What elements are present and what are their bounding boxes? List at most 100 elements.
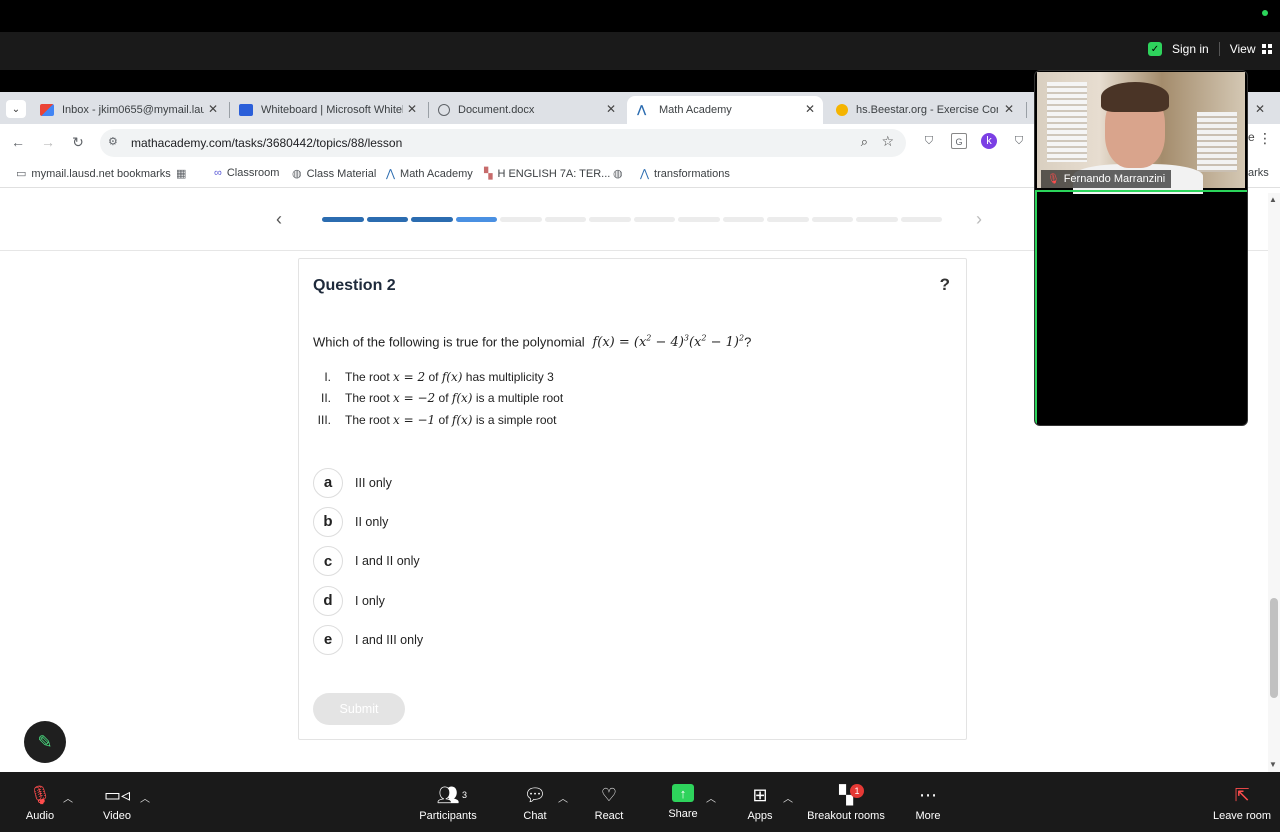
leave-room-button[interactable]: ⇱ Leave room xyxy=(1212,772,1272,832)
statement-number: I. xyxy=(324,369,331,384)
bookmark-item[interactable]: ▚ H ENGLISH 7A: TER... xyxy=(484,167,610,181)
site-info-icon[interactable]: ⚙ xyxy=(108,135,118,148)
tab-math-academy[interactable]: ⋀ Math Academy ✕ xyxy=(627,96,823,124)
bookmark-label: mymail.lausd.net bookmarks xyxy=(31,167,171,180)
reload-icon[interactable]: ↻ xyxy=(68,132,88,152)
question-card: Question 2 ? Which of the following is t… xyxy=(298,258,967,740)
grid-view-icon xyxy=(1261,44,1272,54)
choice-c[interactable]: c I and II only xyxy=(313,542,423,581)
self-video-tile[interactable] xyxy=(1035,190,1247,425)
statement-math: x = −1 xyxy=(393,412,436,427)
chevron-up-icon[interactable]: ︿ xyxy=(783,790,793,805)
apps-icon: ⊞ xyxy=(752,785,768,805)
chevron-up-icon[interactable]: ︿ xyxy=(706,790,716,805)
menu-kebab-icon[interactable]: ⋮ xyxy=(1258,130,1272,147)
classroom-icon: ∞ xyxy=(214,167,222,179)
react-button[interactable]: ♡ React xyxy=(589,772,629,832)
bookmark-item[interactable]: ◍ Class Material xyxy=(292,167,376,181)
next-chevron-icon[interactable]: › xyxy=(976,209,982,230)
close-icon[interactable]: ✕ xyxy=(805,102,815,116)
shield-icon: ✓ xyxy=(1148,42,1162,56)
participants-button[interactable]: 👥︎ Participants xyxy=(418,772,478,832)
video-label: Video xyxy=(103,810,131,822)
all-bookmarks-partial[interactable]: arks xyxy=(1248,167,1269,179)
forward-arrow-icon[interactable]: → xyxy=(38,132,58,152)
apps-button[interactable]: ⊞ Apps xyxy=(740,772,780,832)
scroll-up-icon[interactable]: ▲ xyxy=(1269,195,1277,204)
audio-button[interactable]: 🎙︎ Audio xyxy=(20,772,60,832)
tab-inbox[interactable]: Inbox - jkim0655@mymail.lausd ✕ xyxy=(30,96,226,124)
folder-device-icon: ▭ xyxy=(16,168,27,180)
zoom-icon[interactable]: ⌕ xyxy=(861,134,868,150)
bookmark-item[interactable]: ⋀ Math Academy xyxy=(386,167,473,181)
k-extension-icon[interactable]: k xyxy=(981,133,997,149)
shield-extension-icon[interactable]: ⛉ xyxy=(921,133,937,149)
tab-document[interactable]: Document.docx ✕ xyxy=(428,96,624,124)
previous-chevron-icon[interactable]: ‹ xyxy=(276,209,282,230)
grammar-extension-icon[interactable]: G xyxy=(951,133,967,149)
progress-segment xyxy=(900,217,942,222)
apps-grid-button[interactable]: ▦ xyxy=(176,167,186,180)
share-button[interactable]: ↑ Share xyxy=(663,772,703,832)
chevron-up-icon[interactable]: ︿ xyxy=(140,790,150,805)
back-arrow-icon[interactable]: ← xyxy=(8,132,28,152)
status-dot xyxy=(1262,10,1268,16)
bookmark-item[interactable]: ⋀ transformations xyxy=(640,167,730,181)
view-button[interactable]: View xyxy=(1230,42,1272,56)
more-label: More xyxy=(915,810,941,822)
statement-number: III. xyxy=(317,412,331,427)
video-button[interactable]: ▭◃ Video xyxy=(97,772,137,832)
tab-whiteboard[interactable]: Whiteboard | Microsoft Whiteb ✕ xyxy=(229,96,425,124)
profile-partial[interactable]: e xyxy=(1248,130,1255,144)
participants-count: 3 xyxy=(462,790,468,800)
leave-room-label: Leave room xyxy=(1212,810,1272,822)
close-icon[interactable]: ✕ xyxy=(1004,102,1014,116)
choice-text: I and III only xyxy=(355,632,424,647)
bookmark-item[interactable]: ∞ Classroom xyxy=(214,167,279,179)
address-bar[interactable]: ⚙ mathacademy.com/tasks/3680442/topics/8… xyxy=(100,129,906,157)
scrollbar-thumb[interactable] xyxy=(1270,598,1278,698)
progress-segment xyxy=(322,217,364,222)
math-academy-icon: ⋀ xyxy=(637,104,647,116)
help-button[interactable]: ? xyxy=(940,275,950,295)
whiteboard-icon xyxy=(239,104,253,116)
participants-label: Participants xyxy=(419,810,477,822)
bookmark-star-icon[interactable]: ☆ xyxy=(881,133,894,150)
breakout-rooms-button[interactable]: ▚ Breakout rooms xyxy=(806,772,886,832)
scroll-down-icon[interactable]: ▼ xyxy=(1269,760,1277,769)
tab-beestar[interactable]: hs.Beestar.org - Exercise Confir ✕ xyxy=(826,96,1022,124)
statement-text: The root xyxy=(345,391,390,406)
chat-button[interactable]: 💬︎ Chat xyxy=(515,772,555,832)
statement-text: is a simple root xyxy=(475,412,557,427)
sign-in-button[interactable]: Sign in xyxy=(1172,42,1209,56)
close-icon[interactable]: ✕ xyxy=(208,102,218,116)
choice-text: II only xyxy=(355,514,389,529)
close-icon[interactable]: ✕ xyxy=(606,102,616,116)
progress-segment xyxy=(811,217,853,222)
annotate-pen-button[interactable]: ✎ xyxy=(24,721,66,763)
bookmark-item[interactable]: ▭ mymail.lausd.net bookmarks xyxy=(16,167,171,181)
globe-icon: ◍ xyxy=(292,168,302,180)
more-button[interactable]: ⋯ More xyxy=(908,772,948,832)
choice-a[interactable]: a III only xyxy=(313,463,423,502)
window-close-icon[interactable]: ✕ xyxy=(1255,102,1265,116)
choice-d[interactable]: d I only xyxy=(313,581,423,620)
question-text: Which of the following is true for the p… xyxy=(313,334,752,351)
participants-icon: 👥︎ xyxy=(436,785,460,805)
participant-video[interactable]: 🎙︎ Fernando Marranzini xyxy=(1037,72,1245,194)
progress-segment xyxy=(767,217,809,222)
submit-button[interactable]: Submit xyxy=(313,693,405,725)
statement-text: of xyxy=(428,369,439,384)
bookmark-item[interactable]: ◍ xyxy=(613,167,623,180)
bookmark-label: Classroom xyxy=(226,167,280,179)
shield-outline-icon[interactable]: ⛉ xyxy=(1011,133,1027,149)
chevron-up-icon[interactable]: ︿ xyxy=(558,790,568,805)
close-icon[interactable]: ✕ xyxy=(407,102,417,116)
tab-title: Document.docx xyxy=(458,104,535,116)
pencil-icon: ✎ xyxy=(37,731,53,752)
tab-title: Whiteboard | Microsoft Whiteb xyxy=(261,104,403,116)
tab-search-button[interactable]: ⌄ xyxy=(6,100,26,118)
choice-e[interactable]: e I and III only xyxy=(313,620,423,659)
choice-b[interactable]: b II only xyxy=(313,502,423,541)
chevron-up-icon[interactable]: ︿ xyxy=(63,790,73,805)
